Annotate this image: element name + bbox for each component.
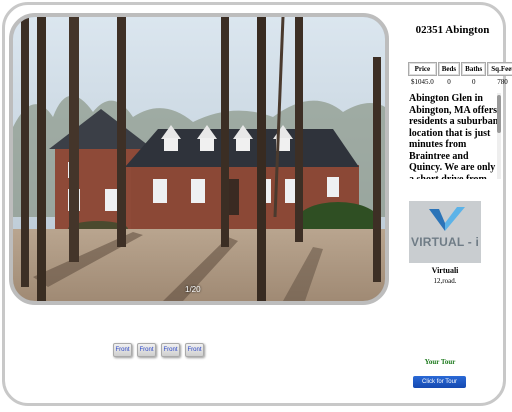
listing-facts-table: Price Beds Baths Sq.Feet $1045.0 0 0 780 [407,61,512,88]
click-for-tour-button[interactable]: Click for Tour [413,376,466,388]
brand-address: 12,road. [433,277,457,285]
brand-logo-text: VIRTUAL - i [411,235,479,249]
thumbnail-strip: Front Front Front Front [113,343,204,357]
description-scroll-thumb[interactable] [497,95,501,133]
brand-name: Virtuali [431,266,459,275]
facts-value-row: $1045.0 0 0 780 [408,77,512,87]
tour-label: Your Tour [424,358,456,366]
listing-address: 02351 Abington [415,24,490,36]
facts-header-row: Price Beds Baths Sq.Feet [408,62,512,76]
listing-frame: 1/20 02351 Abington Price Beds Baths Sq.… [2,2,512,406]
value-beds: 0 [447,78,451,86]
header-sqfeet: Sq.Feet [487,62,512,76]
value-baths: 0 [471,78,476,86]
description-scrollbar[interactable] [497,93,501,179]
thumbnail-button[interactable]: Front [161,343,180,357]
value-sqfeet: 780 [497,78,508,86]
thumbnail-button[interactable]: Front [137,343,156,357]
house-photo [13,17,385,301]
header-price: Price [408,62,437,76]
main-photo[interactable] [9,13,389,305]
value-price: $1045.0 [411,78,434,86]
thumbnail-button[interactable]: Front [113,343,132,357]
v-checkmark-icon [429,207,465,231]
brand-logo: VIRTUAL - i [409,201,481,263]
header-beds: Beds [437,62,461,76]
header-baths: Baths [461,62,487,76]
photo-counter: 1/20 [185,285,201,294]
thumbnail-button[interactable]: Front [185,343,204,357]
listing-description: Abington Glen in Abington, MA offers res… [409,93,499,179]
